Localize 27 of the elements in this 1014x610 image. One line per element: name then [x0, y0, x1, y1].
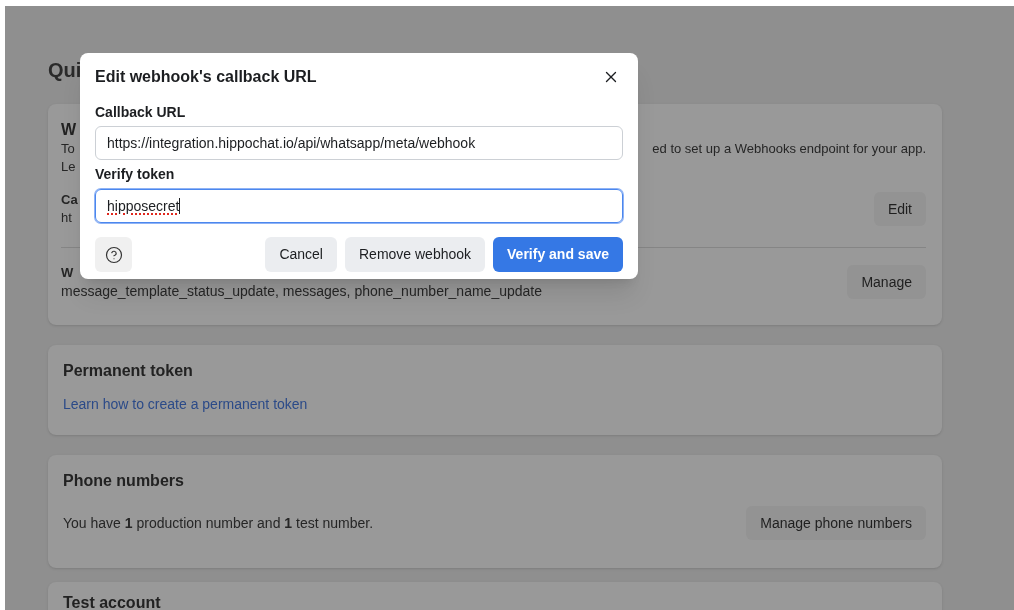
help-icon	[104, 245, 123, 264]
page-heading: Qui	[48, 58, 82, 82]
field-value: message_template_status_update, messages, phone_number_name_update	[61, 282, 542, 300]
dialog-button[interactable]: Cancel	[265, 237, 337, 272]
permanent-token-link[interactable]: Learn how to create a permanent token	[63, 395, 308, 413]
manage-phone-numbers-button[interactable]: Manage phone numbers	[746, 506, 926, 540]
card-title: Test account	[63, 594, 161, 610]
card-title: Permanent token	[63, 361, 193, 381]
field-value: ht	[61, 209, 72, 227]
input-field[interactable]: hipposecret	[95, 189, 623, 223]
description-text: To	[61, 140, 75, 158]
field-label: Callback URL	[95, 103, 186, 121]
dialog-button[interactable]: Remove webhook	[345, 237, 486, 272]
edit-button[interactable]: Edit	[873, 192, 926, 226]
card-title: Phone numbers	[63, 471, 184, 491]
field-label: W	[61, 264, 74, 282]
phone-numbers-summary: You have 1 production number and 1 test number.	[63, 514, 374, 532]
description-text: Le	[61, 158, 76, 176]
input-field[interactable]: https://integration.hippochat.io/api/whatsapp/meta/webhook	[95, 126, 623, 160]
manage-button[interactable]: Manage	[847, 265, 926, 299]
field-label: Ca	[61, 191, 78, 209]
description-text: ed to set up a Webhooks endpoint for your app.	[652, 140, 926, 158]
verify-and-save-button[interactable]: Verify and save	[493, 237, 623, 272]
field-label: Verify token	[95, 165, 175, 183]
dialog-title: Edit webhook's callback URL	[95, 67, 317, 87]
card-title: W	[61, 120, 77, 140]
help-button[interactable]	[95, 237, 132, 272]
